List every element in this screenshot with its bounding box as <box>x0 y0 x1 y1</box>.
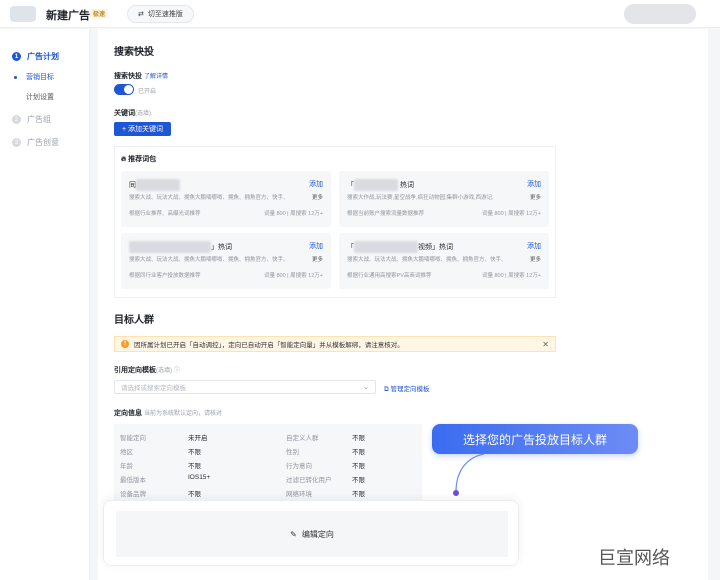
sidebar-item-creative[interactable]: 3 广告创意 <box>12 137 59 148</box>
keyword-package-card: 」热词 添加 搜索大战、玩法大战、拥魚大鹏喃哪呶、拥魚、拥魚官方、快手、 更多 … <box>121 233 331 289</box>
logo <box>10 6 36 22</box>
sidebar-subitem-goal[interactable]: 营销目标 <box>26 72 54 82</box>
package-name: 「 热词 <box>347 179 414 191</box>
pencil-icon: ✎ <box>290 529 297 539</box>
package-name: 」热词 <box>129 241 232 253</box>
package-stats: 词量 800 | 周搜索 12万+ <box>263 211 323 217</box>
package-source: 根据当前账户搜索流量数据推荐 <box>347 211 425 217</box>
package-keywords: 搜索大战、玩法大战、拥魚大鹏喃哪呶、拥魚、拥魚官方、快手、 <box>129 257 289 263</box>
audience-callout: 选择您的广告投放目标人群 <box>432 424 638 454</box>
audience-heading: 目标人群 <box>114 315 154 326</box>
sidebar-item-label: 广告创意 <box>27 138 59 147</box>
more-link[interactable]: 更多 <box>529 193 541 201</box>
help-icon[interactable]: ⓘ <box>174 368 180 374</box>
switch-version-label: 切至速推版 <box>147 11 183 18</box>
chevron-down-icon: ⌄ <box>363 384 369 391</box>
step-number: 2 <box>12 115 21 124</box>
add-keyword-button[interactable]: + 添加关键词 <box>114 122 172 136</box>
sidebar-item-label: 广告组 <box>27 115 51 124</box>
sidebar-item-label: 广告计划 <box>27 52 59 61</box>
edit-targeting-label: 编辑定向 <box>301 529 334 539</box>
keyword-package-card: 「 热词 添加 搜索大作战,玩法赛,星空战争,疯狂动物园,集群小游戏,西游记, … <box>339 171 549 227</box>
more-link[interactable]: 更多 <box>529 255 541 263</box>
more-link[interactable]: 更多 <box>311 255 323 263</box>
package-source: 根据行业推荐、高曝光词推荐 <box>129 211 201 217</box>
step-number: 1 <box>12 52 21 61</box>
add-package-button[interactable]: 添加 <box>309 241 323 251</box>
targeting-label: 定向信息 当前为系统默认定向，请核对 <box>114 410 222 417</box>
table-row: 最低版本 IOS15+ 过滤已转化用户 不限 <box>120 474 365 484</box>
page-title: 新建广告 <box>46 10 90 22</box>
step-number: 3 <box>12 138 21 147</box>
table-row: 年龄 不限 行为意向 不限 <box>120 463 365 470</box>
package-stats: 词量 800 | 周搜索 12万+ <box>481 273 541 279</box>
package-stats: 词量 800 | 周搜索 12万+ <box>263 273 323 279</box>
learn-more-link[interactable]: 了解详情 <box>144 74 168 80</box>
recommended-packages-panel: 🔥︎ 推荐词包 同 添加 搜索大战、玩法大战、拥魚大鹏喃哪呶、拥魚、拥魚官方、快… <box>114 146 556 298</box>
template-label: 引用定向模板(选填) ⓘ <box>114 367 180 374</box>
package-name: 同 <box>129 179 180 191</box>
search-express-label: 搜索快投 了解详情 <box>114 73 169 80</box>
template-placeholder: 请选择或搜索定向模板 <box>121 385 186 392</box>
auto-control-alert: ! 因所属计划已开启「自动调控」，定向已自动开启「智能定向量」并从模板解绑，请注… <box>114 336 556 352</box>
external-link-icon: ⧉ <box>384 386 389 393</box>
switch-version-button[interactable]: ⇄ 切至速推版 <box>127 5 194 23</box>
add-package-button[interactable]: 添加 <box>527 241 541 251</box>
targeting-table: 智能定向 未开启 自定义人群 不限 地区 不限 性别 不限 年龄 不限 行为意向 不限 最低… <box>114 424 422 502</box>
fire-icon: 🔥︎ <box>121 156 127 163</box>
package-stats: 词量 800 | 周搜索 12万+ <box>481 211 541 217</box>
more-link[interactable]: 更多 <box>311 193 323 201</box>
main-content: 搜索快投 搜索快投 了解详情 已开启 关键词(选填) + 添加关键词 🔥︎ 推荐词… <box>98 29 708 580</box>
manage-template-link[interactable]: ⧉ 管理定向模板 <box>384 383 429 394</box>
table-row: 智能定向 未开启 自定义人群 不限 <box>120 435 365 442</box>
package-keywords: 搜索大战、玩法大战、拥魚大鹏喃哪呶、拥魚、拥魚官方、快手、 <box>129 195 289 201</box>
table-row: 设备品牌 不限 网络环境 不限 <box>120 491 365 498</box>
add-package-button[interactable]: 添加 <box>309 179 323 189</box>
package-keywords: 搜索大作战,玩法赛,星空战争,疯狂动物园,集群小游戏,西游记, <box>347 195 494 201</box>
callout-pointer <box>453 454 485 496</box>
alert-text: 因所属计划已开启「自动调控」，定向已自动开启「智能定向量」并从模板解绑，请注意核… <box>134 342 404 349</box>
table-row: 地区 不限 性别 不限 <box>120 449 365 456</box>
keyword-package-card: 同 添加 搜索大战、玩法大战、拥魚大鹏喃哪呶、拥魚、拥魚官方、快手、 更多 根据… <box>121 171 331 227</box>
speed-tag: 极速 <box>90 9 109 18</box>
template-select[interactable]: 请选择或搜索定向模板 ⌄ <box>114 380 376 394</box>
edit-targeting-button[interactable]: ✎ 编辑定向 <box>116 511 508 557</box>
top-bar: 新建广告 极速 ⇄ 切至速推版 <box>0 0 720 28</box>
edit-targeting-panel: ✎ 编辑定向 <box>103 500 519 566</box>
search-express-heading: 搜索快投 <box>114 47 154 58</box>
close-icon[interactable]: ✕ <box>542 340 549 349</box>
add-package-button[interactable]: 添加 <box>527 179 541 189</box>
avatar[interactable] <box>624 4 696 24</box>
toggle-status: 已开启 <box>138 89 157 95</box>
sidebar-subitem-settings[interactable]: 计划设置 <box>26 92 54 102</box>
sidebar-item-campaign[interactable]: 1 广告计划 <box>12 51 59 62</box>
package-source: 根据同行业客户投放数据推荐 <box>129 273 201 279</box>
warning-icon: ! <box>121 340 129 348</box>
rec-title: 🔥︎ 推荐词包 <box>121 156 157 163</box>
sidebar-item-adgroup[interactable]: 2 广告组 <box>12 114 51 125</box>
keyword-label: 关键词(选填) <box>114 110 151 117</box>
watermark: 巨宣网络 <box>598 548 670 568</box>
search-express-toggle[interactable] <box>114 84 134 95</box>
active-dot <box>14 76 17 79</box>
package-source: 根据行业通用高搜索PV高商词推荐 <box>347 273 432 279</box>
package-keywords: 搜索大战、玩法大战、拥魚大鹏喃哪呶、拥魚、拥魚官方、快手、 <box>347 257 507 263</box>
sidebar: 1 广告计划 营销目标 计划设置 2 广告组 3 广告创意 <box>0 29 90 580</box>
package-name: 「视频」热词 <box>347 241 453 253</box>
keyword-package-card: 「视频」热词 添加 搜索大战、玩法大战、拥魚大鹏喃哪呶、拥魚、拥魚官方、快手、 … <box>339 233 549 289</box>
swap-icon: ⇄ <box>138 11 144 18</box>
